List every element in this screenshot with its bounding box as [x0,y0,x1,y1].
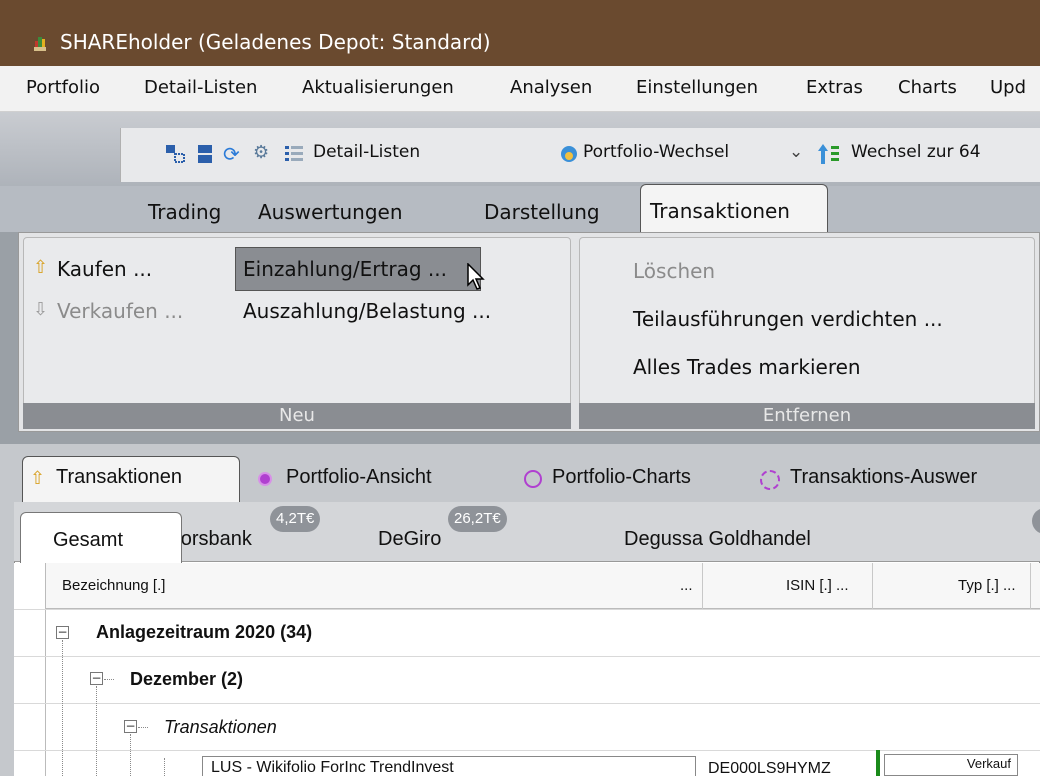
group-entfernen-caption: Entfernen [579,403,1035,429]
transaktions-auswertung-icon [760,470,780,490]
chevron-down-icon[interactable]: ⌄ [789,142,803,162]
quick-toolbar: ⟳ ⚙ Detail-Listen Portfolio-Wechsel ⌄ We… [120,128,1040,182]
menu-aktualisierungen[interactable]: Aktualisierungen [302,77,454,98]
tab-transaktionen-label: Transaktionen [650,199,790,223]
grid-header: Bezeichnung [.] ... ISIN [.] ... Typ [.]… [46,563,1040,609]
row-typ: Verkauf [966,756,1011,771]
tab-trading[interactable]: Trading [148,200,221,224]
menu-extras[interactable]: Extras [806,77,863,98]
column-separator[interactable] [872,563,873,609]
mouse-cursor-icon [467,262,487,295]
row-selector-column [14,563,46,776]
column-bezeichnung[interactable]: Bezeichnung [.] [62,577,165,594]
menu-einstellungen[interactable]: Einstellungen [636,77,758,98]
column-isin[interactable]: ISIN [.] ... [786,577,849,594]
tree-node-transaktionen[interactable]: Transaktionen [164,717,277,738]
transaction-icon: ⇧ [30,468,46,489]
window-layout-icon[interactable] [165,144,185,168]
tree-node-dezember[interactable]: Dezember (2) [130,669,243,690]
column-separator[interactable] [702,563,703,609]
tree-line [164,758,165,776]
portfolio-switch-icon [559,144,579,168]
depot-tab-gesamt[interactable]: Gesamt [20,512,182,564]
row-divider [14,703,1040,704]
tab-transaktionen[interactable]: Transaktionen [640,184,828,232]
menu-charts[interactable]: Charts [898,77,957,98]
column-separator[interactable] [1030,563,1031,609]
view-tab-transaktions-auswertung[interactable]: Transaktions-Auswer [790,466,977,489]
loeschen-button[interactable]: Löschen [633,259,715,283]
row-bezeichnung: LUS - Wikifolio ForInc TrendInvest [211,759,454,776]
view-tab-portfolio-ansicht[interactable]: Portfolio-Ansicht [286,466,432,489]
view-tab-bar: ⇧ Transaktionen Portfolio-Ansicht Portfo… [0,450,1040,504]
row-typ-cell: Verkauf [884,754,1018,776]
tree-line [96,686,97,776]
einzahlung-button[interactable]: Einzahlung/Ertrag ... [243,257,447,281]
ribbon-panel: ⇧ Kaufen ... ⇩ Verkaufen ... Einzahlung/… [18,232,1040,432]
portfolio-charts-icon [524,470,542,488]
group-neu-caption: Neu [23,403,571,429]
depot-tab-degussa[interactable]: Degussa Goldhandel [624,528,811,551]
tree-line [62,640,63,776]
switch-arrow-icon [817,142,841,170]
row-divider [14,656,1040,657]
tree-node-anlagezeitraum[interactable]: Anlagezeitraum 2020 (34) [96,622,312,643]
portfolio-ansicht-icon [258,472,272,486]
list-icon[interactable] [285,144,303,168]
collapse-icon[interactable]: − [90,672,103,685]
degiro-badge: 26,2T€ [448,506,507,532]
alles-trades-button[interactable]: Alles Trades markieren [633,355,861,379]
tree-line [130,734,131,776]
buy-icon: ⇧ [33,257,49,278]
app-icon [32,33,48,53]
detail-listen-button[interactable]: Detail-Listen [313,142,420,162]
save-icon[interactable] [197,144,213,168]
row-isin: DE000LS9HYMZ [708,760,831,776]
table-row-bezeichnung-cell[interactable]: LUS - Wikifolio ForInc TrendInvest [202,756,696,776]
column-bezeichnung-menu[interactable]: ... [680,577,693,594]
column-typ[interactable]: Typ [.] ... [958,577,1016,594]
view-tab-portfolio-charts[interactable]: Portfolio-Charts [552,466,691,489]
view-tab-transaktionen-label[interactable]: Transaktionen [56,466,182,489]
tree-line [104,679,114,680]
row-divider [14,750,1040,751]
depot-tab-gesamt-label: Gesamt [53,529,124,551]
menu-bar: Portfolio Detail-Listen Aktualisierungen… [0,66,1040,112]
sell-indicator [876,750,880,776]
tree-line [138,727,148,728]
menu-portfolio[interactable]: Portfolio [26,77,100,98]
verkaufen-button[interactable]: Verkaufen ... [57,299,183,323]
refresh-icon[interactable]: ⟳ [223,142,240,166]
teilausfuehrungen-button[interactable]: Teilausführungen verdichten ... [633,307,943,331]
wechsel-zur-button[interactable]: Wechsel zur 64 [851,142,981,162]
tab-darstellung[interactable]: Darstellung [484,200,600,224]
sell-icon: ⇩ [33,299,49,320]
menu-detail-listen[interactable]: Detail-Listen [144,77,257,98]
collapse-icon[interactable]: − [56,626,69,639]
menu-updates[interactable]: Upd [990,77,1026,98]
kaufen-button[interactable]: Kaufen ... [57,257,152,281]
depot-tab-degiro[interactable]: DeGiro [378,528,441,551]
ribbon-tab-bar: Trading Auswertungen Darstellung [0,186,1040,232]
tab-auswertungen[interactable]: Auswertungen [258,200,403,224]
auszahlung-button[interactable]: Auszahlung/Belastung ... [243,299,491,323]
portfolio-wechsel-button[interactable]: Portfolio-Wechsel [583,142,729,162]
consorsbank-badge: 4,2T€ [270,506,321,532]
collapse-icon[interactable]: − [124,720,137,733]
degussa-badge-edge [1032,508,1040,534]
row-divider [14,609,1040,610]
menu-analysen[interactable]: Analysen [510,77,592,98]
window-title: SHAREholder (Geladenes Depot: Standard) [60,30,491,54]
settings-icon[interactable]: ⚙ [253,142,269,163]
